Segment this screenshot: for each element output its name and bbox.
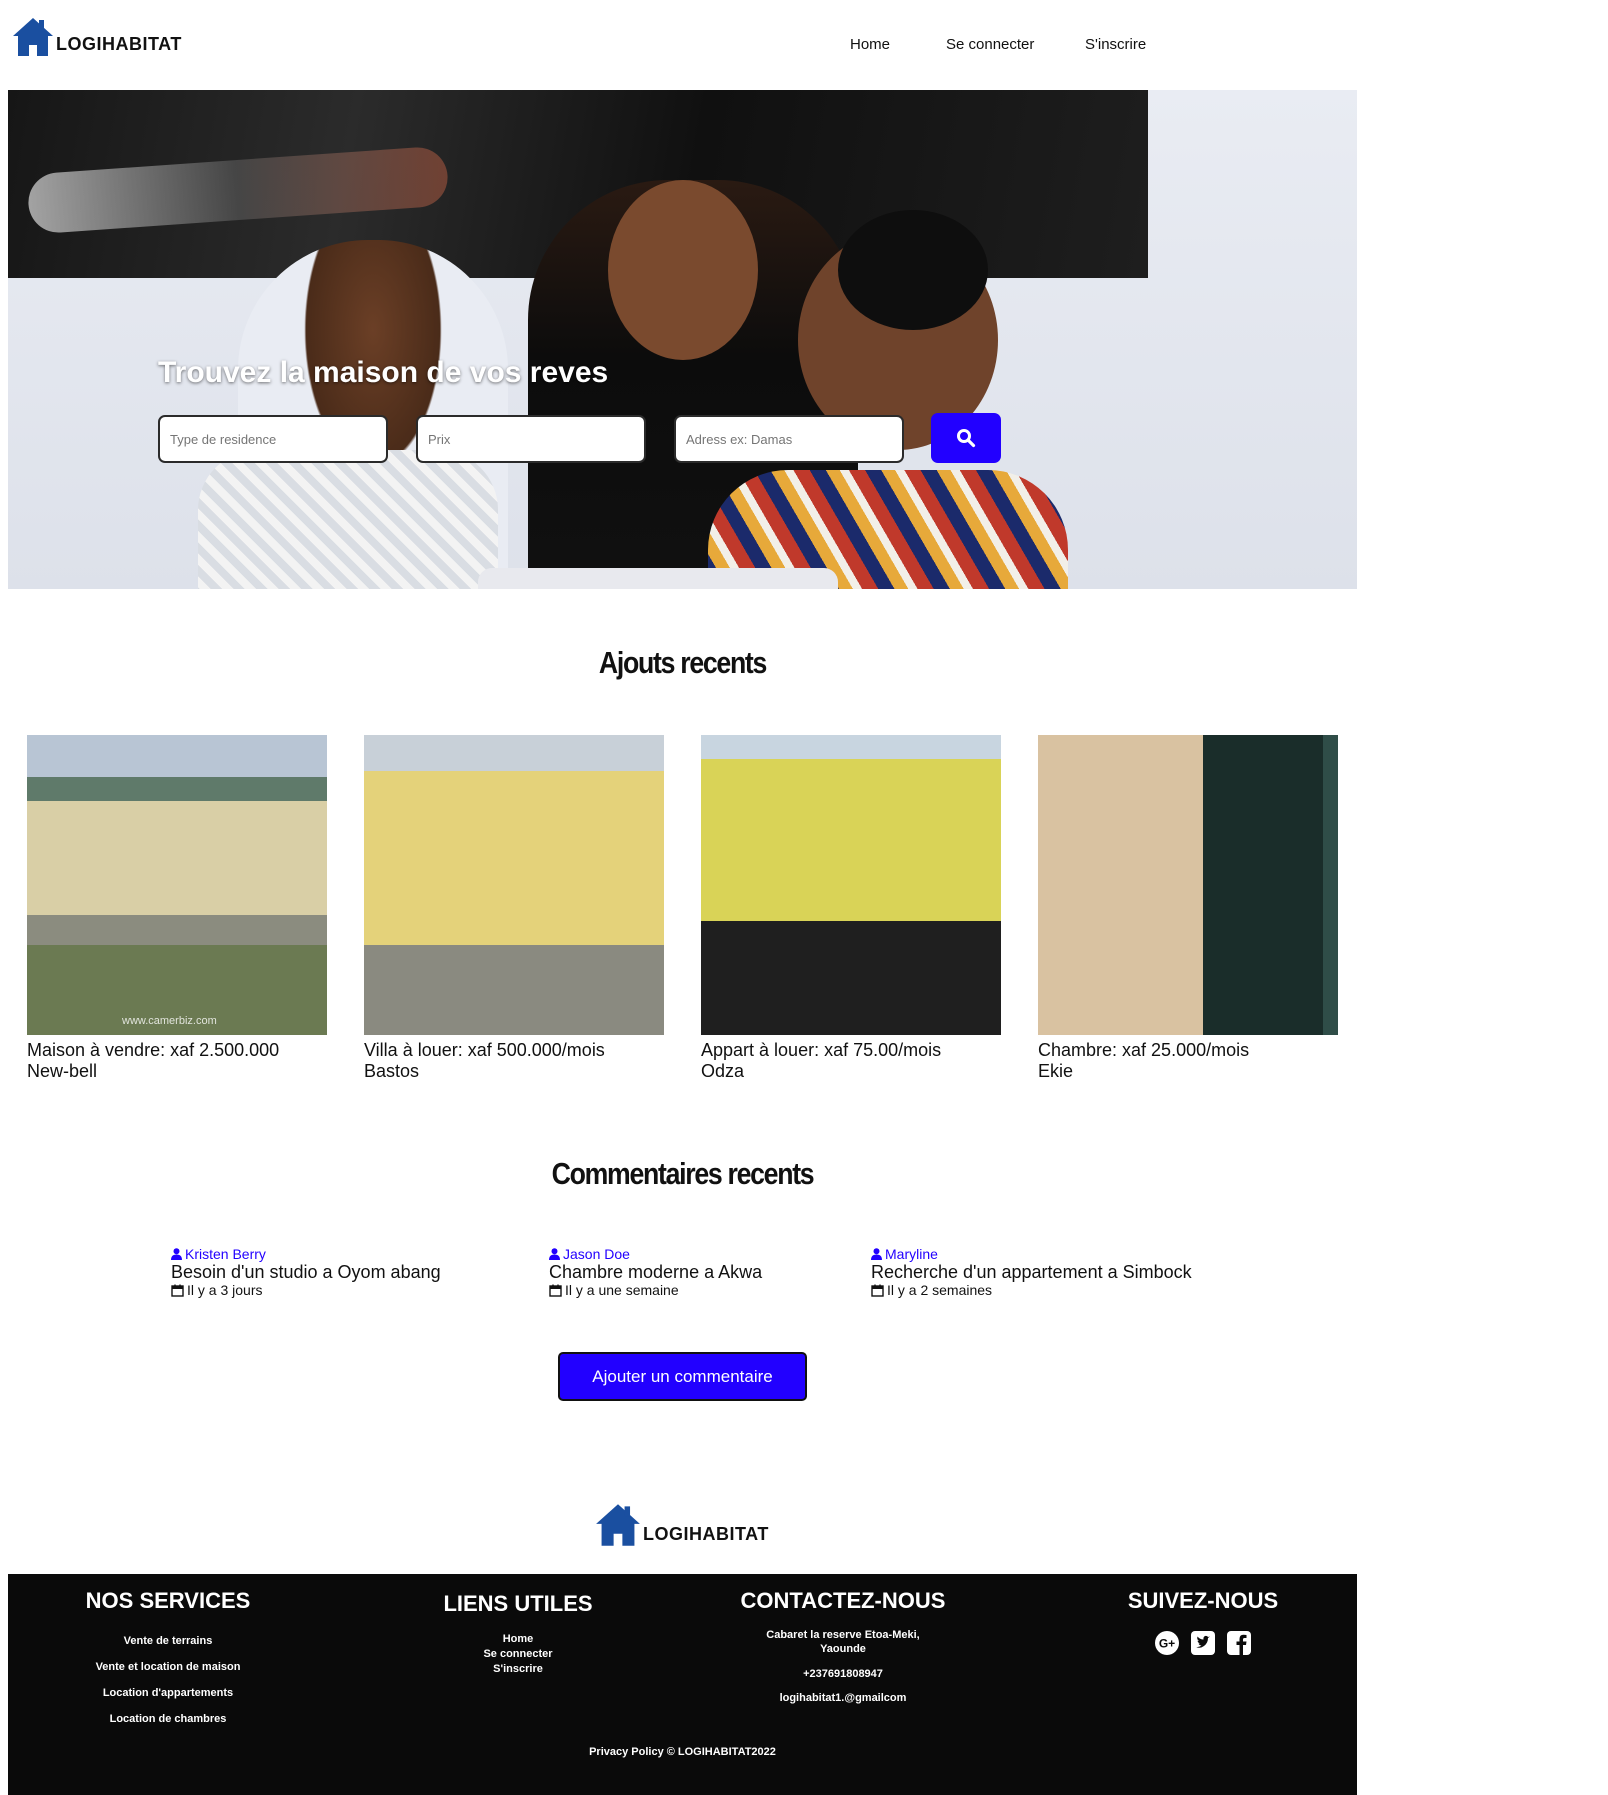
contact-phone: +237691808947: [803, 1668, 883, 1680]
nav-register[interactable]: S'inscrire: [1085, 36, 1146, 53]
comment-date: Il y a 2 semaines: [887, 1282, 993, 1298]
brand-logo[interactable]: LOGIHABITAT: [12, 16, 182, 58]
footer-links: LIENS UTILES Home Se connecter S'inscrir…: [398, 1591, 638, 1676]
user-icon: [871, 1248, 882, 1260]
listing-card[interactable]: Appart à louer: xaf 75.00/mois Odza: [701, 735, 1001, 1082]
nav-login[interactable]: Se connecter: [946, 36, 1034, 53]
hero-person-right-hair: [838, 210, 988, 330]
comment-text: Besoin d'un studio a Oyom abang: [171, 1262, 441, 1282]
listing-location: Bastos: [364, 1061, 420, 1081]
listing-location: New-bell: [27, 1061, 98, 1081]
footer-service-item: Vente et location de maison: [95, 1661, 241, 1673]
footer-follow-title: SUIVEZ-NOUS: [1127, 1588, 1279, 1613]
facebook-icon[interactable]: [1226, 1630, 1252, 1656]
listing-title: Maison à vendre: xaf 2.500.000: [27, 1040, 280, 1060]
comment-author[interactable]: Kristen Berry: [185, 1246, 266, 1262]
user-icon: [549, 1248, 560, 1260]
listing-card[interactable]: Chambre: xaf 25.000/mois Ekie: [1038, 735, 1338, 1082]
house-icon: [596, 1504, 640, 1546]
contact-address-line2: Yaounde: [820, 1643, 866, 1655]
nav-home[interactable]: Home: [850, 36, 890, 53]
house-icon: [13, 18, 53, 56]
footer-service-item: Location d'appartements: [102, 1687, 234, 1699]
user-icon: [171, 1248, 182, 1260]
twitter-icon[interactable]: [1190, 1630, 1216, 1656]
address-input[interactable]: [674, 415, 904, 463]
comments-section-title: Commentaires recents: [551, 1156, 815, 1191]
footer-links-title: LIENS UTILES: [443, 1591, 593, 1616]
footer: NOS SERVICES Vente de terrains Vente et …: [8, 1574, 1357, 1795]
listing-image[interactable]: www.camerbiz.com: [27, 735, 327, 1035]
footer-link-register[interactable]: S'inscrire: [493, 1663, 543, 1675]
listing-card[interactable]: Villa à louer: xaf 500.000/mois Bastos: [364, 735, 664, 1082]
privacy-policy[interactable]: Privacy Policy © LOGIHABITAT2022: [8, 1746, 1357, 1758]
calendar-icon: [871, 1284, 884, 1297]
comment-item: Maryline Recherche d'un appartement a Si…: [871, 1246, 1192, 1298]
google-plus-icon[interactable]: G+: [1154, 1630, 1180, 1656]
comment-date: Il y a une semaine: [565, 1282, 679, 1298]
listing-card[interactable]: www.camerbiz.com Maison à vendre: xaf 2.…: [27, 735, 327, 1082]
footer-contact: CONTACTEZ-NOUS Cabaret la reserve Etoa-M…: [728, 1588, 958, 1704]
residence-type-input[interactable]: [158, 415, 388, 463]
listing-watermark: www.camerbiz.com: [122, 1015, 217, 1027]
comment-text: Chambre moderne a Akwa: [549, 1262, 763, 1282]
listing-location: Odza: [701, 1061, 745, 1081]
contact-email[interactable]: logihabitat1.@gmailcom: [728, 1692, 958, 1704]
footer-services: NOS SERVICES Vente de terrains Vente et …: [48, 1588, 288, 1732]
footer-services-title: NOS SERVICES: [85, 1588, 251, 1613]
footer-link-home[interactable]: Home: [503, 1633, 534, 1645]
header: LOGIHABITAT Home Se connecter S'inscrire: [8, 0, 1357, 88]
comment-date: Il y a 3 jours: [187, 1282, 263, 1298]
hero-laptop: [478, 568, 838, 589]
recent-section-title: Ajouts recents: [598, 645, 767, 680]
footer-brand-name: LOGIHABITAT: [643, 1524, 769, 1544]
contact-address-line1: Cabaret la reserve Etoa-Meki,: [766, 1629, 920, 1641]
svg-text:G+: G+: [1159, 1637, 1175, 1651]
comment-text: Recherche d'un appartement a Simbock: [871, 1262, 1192, 1282]
brand-name: LOGIHABITAT: [56, 34, 182, 54]
listing-title: Villa à louer: xaf 500.000/mois: [364, 1040, 605, 1060]
listing-image[interactable]: [1038, 735, 1338, 1035]
comment-author[interactable]: Maryline: [885, 1246, 938, 1262]
listing-image[interactable]: [701, 735, 1001, 1035]
footer-link-login[interactable]: Se connecter: [483, 1648, 552, 1660]
hero-person-left-top: [198, 450, 498, 589]
hero-banner: Trouvez la maison de vos reves: [8, 90, 1357, 589]
calendar-icon: [171, 1284, 184, 1297]
search-button[interactable]: [931, 413, 1001, 463]
footer-service-item: Vente de terrains: [123, 1635, 213, 1647]
add-comment-button[interactable]: Ajouter un commentaire: [558, 1352, 807, 1401]
footer-brand-logo[interactable]: LOGIHABITAT: [595, 1502, 769, 1548]
hero-person-center-face: [608, 180, 758, 360]
listing-image[interactable]: [364, 735, 664, 1035]
footer-service-item: Location de chambres: [109, 1713, 227, 1725]
listing-title: Chambre: xaf 25.000/mois: [1038, 1040, 1250, 1060]
comment-author[interactable]: Jason Doe: [563, 1246, 630, 1262]
comment-item: Jason Doe Chambre moderne a Akwa Il y a …: [549, 1246, 762, 1298]
comment-item: Kristen Berry Besoin d'un studio a Oyom …: [171, 1246, 441, 1298]
footer-follow: SUIVEZ-NOUS G+: [1083, 1588, 1323, 1656]
hero-title: Trouvez la maison de vos reves: [158, 356, 609, 389]
search-icon: [957, 429, 976, 448]
listing-title: Appart à louer: xaf 75.00/mois: [701, 1040, 942, 1060]
footer-contact-title: CONTACTEZ-NOUS: [740, 1588, 946, 1613]
price-input[interactable]: [416, 415, 646, 463]
calendar-icon: [549, 1284, 562, 1297]
listing-location: Ekie: [1038, 1061, 1074, 1081]
